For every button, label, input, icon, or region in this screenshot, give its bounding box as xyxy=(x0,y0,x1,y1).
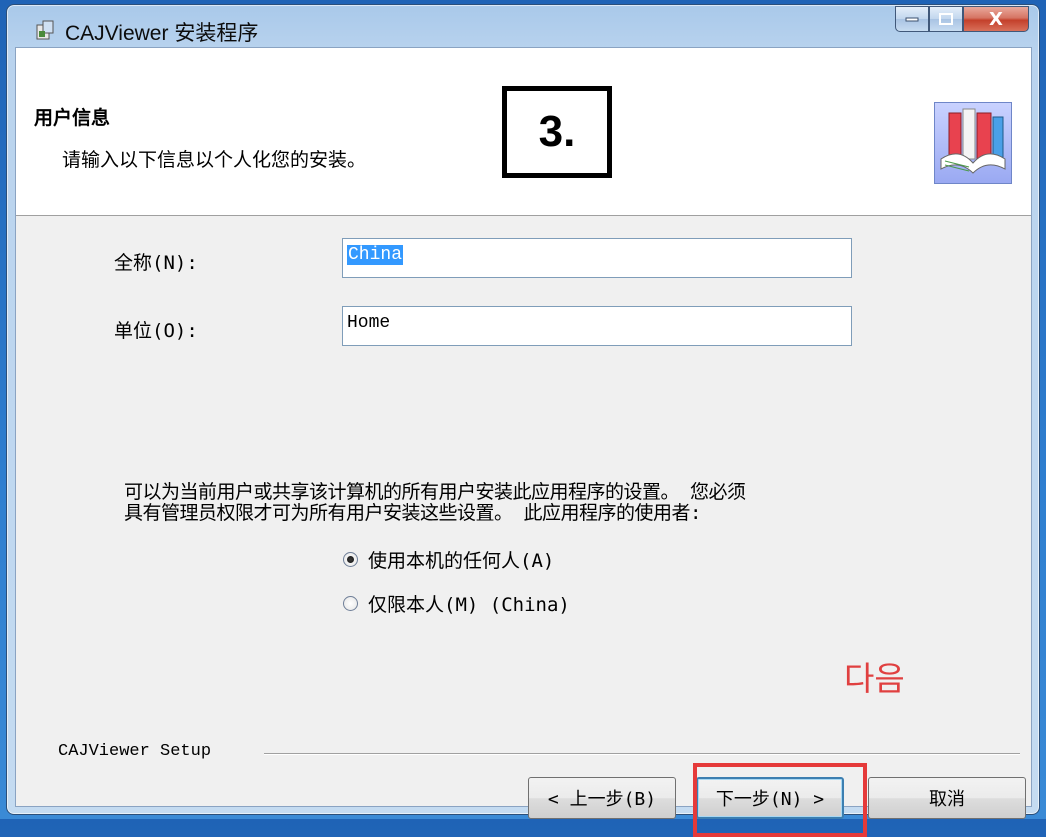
minimize-icon xyxy=(905,17,919,22)
back-button[interactable]: < 上一步(B) xyxy=(528,777,676,819)
page-title: 用户信息 xyxy=(34,107,111,129)
step-number-annotation: 3. xyxy=(502,86,612,178)
cancel-button-label: 取消 xyxy=(929,789,965,810)
organization-input[interactable]: Home xyxy=(342,306,852,346)
radio-anyone-label: 使用本机的任何人(A) xyxy=(368,550,555,572)
organization-label: 单位(O): xyxy=(114,320,198,342)
step-number-text: 3. xyxy=(538,107,576,156)
fullname-input[interactable]: China xyxy=(342,238,852,278)
next-button-highlight xyxy=(693,763,867,837)
radio-unchecked-icon[interactable] xyxy=(343,596,358,611)
installer-window: CAJViewer 安装程序 X 用户信息 请输入以下信息以个人化您的安装。 3… xyxy=(6,4,1040,837)
close-button[interactable]: X xyxy=(963,6,1029,32)
books-icon xyxy=(934,102,1012,184)
back-button-label: < 上一步(B) xyxy=(547,789,657,810)
radio-anyone[interactable]: 使用本机的任何人(A) xyxy=(343,546,554,573)
installer-app-icon xyxy=(36,20,54,40)
title-bar[interactable]: CAJViewer 安装程序 X xyxy=(7,5,1039,49)
dialog-header: 用户信息 请输入以下信息以个人化您的安装。 3. xyxy=(16,48,1031,216)
page-subtitle: 请输入以下信息以个人化您的安装。 xyxy=(62,149,367,171)
description-line-2: 具有管理员权限才可为所有用户安装这些设置。 此应用程序的使用者: xyxy=(124,502,701,524)
caption-buttons: X xyxy=(895,6,1029,34)
install-scope-description: 可以为当前用户或共享该计算机的所有用户安装此应用程序的设置。 您必须 具有管理员… xyxy=(124,482,984,524)
fullname-value: China xyxy=(347,245,404,265)
cancel-button[interactable]: 取消 xyxy=(868,777,1026,819)
setup-label: CAJViewer Setup xyxy=(58,742,212,761)
close-icon: X xyxy=(989,8,1003,30)
next-annotation-text: 다음 xyxy=(844,659,905,698)
description-line-1: 可以为当前用户或共享该计算机的所有用户安装此应用程序的设置。 您必须 xyxy=(124,481,746,503)
radio-only-me[interactable]: 仅限本人(M) (China) xyxy=(343,590,570,617)
dialog-client-area: 用户信息 请输入以下信息以个人化您的安装。 3. 全称(N): China 单位… xyxy=(15,47,1032,837)
radio-checked-icon[interactable] xyxy=(343,552,358,567)
footer-divider xyxy=(264,753,1020,755)
minimize-button[interactable] xyxy=(895,6,929,32)
window-title: CAJViewer 安装程序 xyxy=(65,22,259,45)
radio-only-me-label: 仅限本人(M) (China) xyxy=(368,594,570,616)
maximize-icon xyxy=(939,13,953,25)
fullname-label: 全称(N): xyxy=(114,252,198,274)
maximize-button[interactable] xyxy=(929,6,963,32)
organization-value: Home xyxy=(347,313,391,333)
